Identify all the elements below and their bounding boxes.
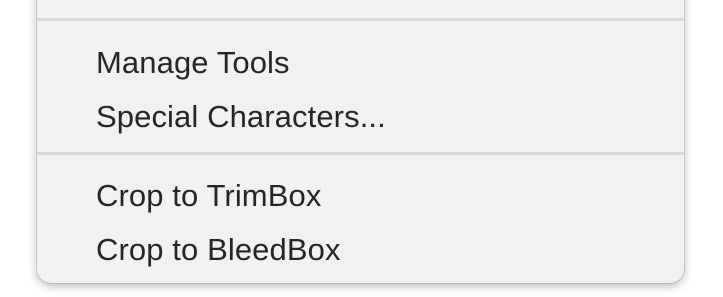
menu-item-crop-to-bleedbox[interactable]: Crop to BleedBox (37, 224, 684, 276)
screenshot-stage: Manage Tools Special Characters... Crop … (0, 0, 723, 297)
menu-item-special-characters[interactable]: Special Characters... (37, 91, 684, 143)
context-menu: Manage Tools Special Characters... Crop … (37, 0, 684, 283)
menu-item-manage-tools[interactable]: Manage Tools (37, 37, 684, 89)
menu-item-crop-to-trimbox[interactable]: Crop to TrimBox (37, 170, 684, 222)
menu-separator (37, 152, 684, 155)
menu-separator-top (37, 18, 684, 21)
